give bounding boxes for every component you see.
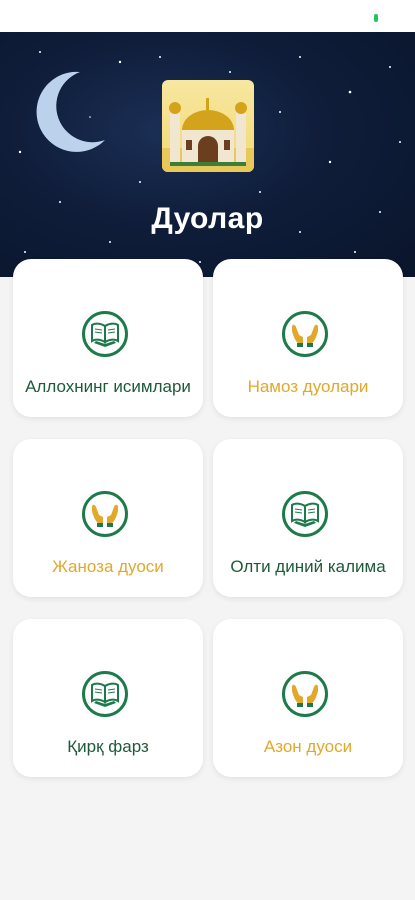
app-title: Дуолар (151, 202, 264, 235)
card-funeral-dua[interactable]: Жаноза дуоси (13, 439, 203, 597)
header-banner: Дуолар (0, 32, 415, 277)
card-label: Азон дуоси (263, 737, 353, 756)
card-six-kalimas[interactable]: Олти диний калима (213, 439, 403, 597)
quran-book-icon (282, 491, 328, 537)
battery-indicator (374, 14, 378, 22)
card-label: Намоз дуолари (247, 377, 369, 396)
praying-hands-icon (82, 491, 128, 537)
praying-hands-icon (282, 671, 328, 717)
card-label: Олти диний калима (230, 557, 386, 576)
card-label: Қирқ фарз (67, 737, 149, 756)
praying-hands-icon (282, 311, 328, 357)
quran-book-icon (82, 311, 128, 357)
status-bar (0, 0, 415, 32)
quran-book-icon (82, 671, 128, 717)
card-label: Аллохнинг исимлари (25, 377, 191, 396)
card-azan-dua[interactable]: Азон дуоси (213, 619, 403, 777)
card-label: Жаноза дуоси (52, 557, 164, 576)
card-prayer-duas[interactable]: Намоз дуолари (213, 259, 403, 417)
card-forty-fards[interactable]: Қирқ фарз (13, 619, 203, 777)
mosque-logo-icon (162, 80, 254, 172)
card-allah-names[interactable]: Аллохнинг исимлари (13, 259, 203, 417)
